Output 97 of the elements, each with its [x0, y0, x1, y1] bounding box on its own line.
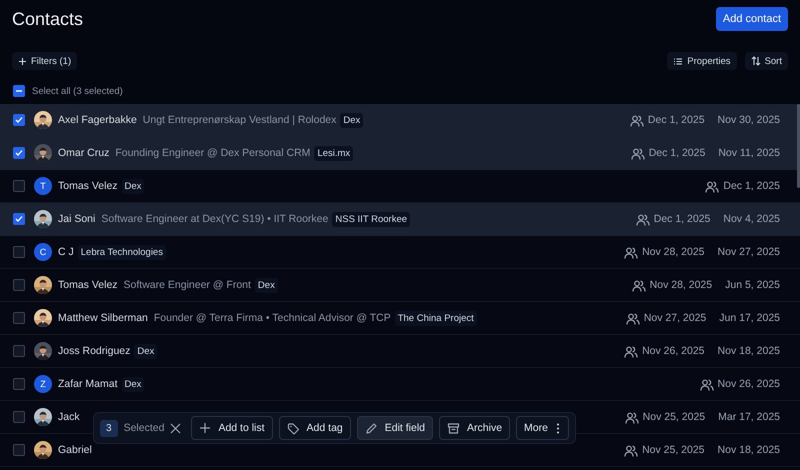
- date-text: Nov 28, 2025: [650, 279, 712, 291]
- page-title: Contacts: [12, 8, 84, 30]
- people-icon: [630, 146, 645, 160]
- row-checkbox[interactable]: [13, 180, 25, 192]
- date-text: Mar 17, 2025: [718, 411, 780, 423]
- date-text: Nov 25, 2025: [642, 411, 706, 423]
- company-tag: Lesi.mx: [314, 146, 354, 160]
- archive-icon: [447, 422, 460, 434]
- filters-button[interactable]: Filters (1): [12, 52, 78, 70]
- avatar-initial: C: [34, 243, 52, 261]
- plus-icon: [18, 56, 27, 66]
- selected-label: Selected: [124, 422, 164, 434]
- contact-name: Matthew Silberman: [58, 312, 148, 324]
- close-icon: [170, 422, 182, 434]
- contact-headline: Ungt Entreprenørskap Vestland | Rolodex: [142, 114, 336, 126]
- bulk-action-button[interactable]: More: [516, 416, 569, 440]
- date-text: Jun 5, 2025: [725, 279, 780, 291]
- people-icon: [624, 444, 638, 456]
- check-icon: [14, 148, 24, 158]
- company-tag: The China Project: [394, 310, 477, 326]
- people-icon: [705, 180, 720, 192]
- people-icon: [624, 246, 638, 258]
- bulk-action-button[interactable]: Add tag: [278, 416, 351, 440]
- contact-headline: Founder @ Terra Firma • Technical Advisor @ TCP: [154, 312, 391, 324]
- date-text: Dec 1, 2025: [723, 180, 780, 192]
- pencil-icon: [364, 422, 378, 434]
- contact-name: Tomas Velez: [58, 180, 118, 192]
- plus-icon: [199, 422, 212, 434]
- company-tag: Lebra Technologies: [78, 244, 166, 260]
- contact-name: Axel Fagerbakke: [58, 114, 137, 126]
- contact-headline: Software Engineer at Dex(YC S19) • IIT Roorkee: [101, 213, 328, 225]
- contact-name: C J: [58, 246, 74, 258]
- tag-icon: [286, 422, 300, 434]
- row-checkbox[interactable]: [13, 345, 25, 357]
- check-icon: [14, 214, 24, 224]
- date-text: Nov 18, 2025: [718, 345, 780, 357]
- company-tag: Dex: [254, 278, 278, 292]
- row-checkbox[interactable]: [13, 213, 25, 225]
- date-text: Nov 30, 2025: [718, 114, 780, 126]
- sort-button[interactable]: Sort: [744, 52, 788, 70]
- contact-name: Joss Rodriguez: [58, 345, 130, 357]
- selected-count: 3: [100, 420, 118, 436]
- contact-name: Tomas Velez: [58, 279, 118, 291]
- people-icon: [624, 344, 638, 358]
- date-text: Nov 4, 2025: [723, 213, 780, 225]
- date-text: Nov 27, 2025: [718, 246, 780, 258]
- contact-name: Gabriel: [58, 444, 92, 456]
- date-text: Nov 11, 2025: [718, 147, 780, 159]
- sort-icon: [750, 56, 761, 66]
- row-checkbox[interactable]: [13, 312, 25, 324]
- date-text: Nov 28, 2025: [642, 246, 705, 258]
- select-all-label: Select all (3 selected): [32, 86, 123, 96]
- add-contact-button[interactable]: Add contact: [716, 7, 788, 31]
- date-text: Nov 27, 2025: [644, 312, 706, 324]
- people-icon: [630, 114, 644, 126]
- more-icon: [554, 422, 561, 434]
- company-tag: Dex: [134, 344, 158, 358]
- bulk-action-button[interactable]: Edit field: [356, 416, 434, 440]
- company-tag: Dex: [122, 178, 144, 194]
- row-checkbox[interactable]: [13, 378, 25, 390]
- row-checkbox[interactable]: [13, 147, 25, 159]
- row-checkbox[interactable]: [13, 279, 25, 291]
- row-checkbox[interactable]: [13, 246, 25, 258]
- people-icon: [632, 278, 646, 292]
- contact-headline: Founding Engineer @ Dex Personal CRM: [115, 147, 310, 159]
- company-tag: NSS IIT Roorkee: [332, 212, 410, 226]
- people-icon: [700, 378, 714, 390]
- bulk-action-button[interactable]: Add to list: [191, 416, 273, 440]
- company-tag: Dex: [340, 112, 364, 128]
- date-text: Nov 26, 2025: [642, 345, 705, 357]
- people-icon: [626, 312, 640, 324]
- avatar-initial: T: [34, 177, 52, 195]
- people-icon: [636, 212, 650, 226]
- list-icon: [673, 56, 684, 66]
- check-icon: [14, 115, 24, 125]
- company-tag: Dex: [122, 376, 144, 392]
- row-checkbox[interactable]: [13, 411, 25, 423]
- date-text: Nov 26, 2025: [718, 378, 780, 390]
- contact-name: Jack: [58, 411, 80, 423]
- date-text: Dec 1, 2025: [648, 147, 706, 159]
- date-text: Dec 1, 2025: [654, 213, 710, 225]
- contact-headline: Software Engineer @ Front: [124, 279, 251, 291]
- date-text: Jun 17, 2025: [719, 312, 780, 324]
- date-text: Nov 18, 2025: [718, 444, 780, 456]
- select-all-checkbox[interactable]: [13, 85, 25, 97]
- contact-name: Zafar Mamat: [58, 378, 118, 390]
- contact-name: Omar Cruz: [58, 147, 110, 159]
- avatar-initial: Z: [34, 375, 52, 393]
- scrollbar[interactable]: [797, 104, 800, 188]
- people-icon: [624, 410, 639, 424]
- properties-button[interactable]: Properties: [667, 52, 737, 70]
- row-checkbox[interactable]: [13, 444, 25, 456]
- row-checkbox[interactable]: [13, 114, 25, 126]
- date-text: Nov 25, 2025: [642, 444, 705, 456]
- bulk-action-button[interactable]: Archive: [439, 416, 510, 440]
- contact-name: Jai Soni: [58, 213, 96, 225]
- date-text: Dec 1, 2025: [648, 114, 705, 126]
